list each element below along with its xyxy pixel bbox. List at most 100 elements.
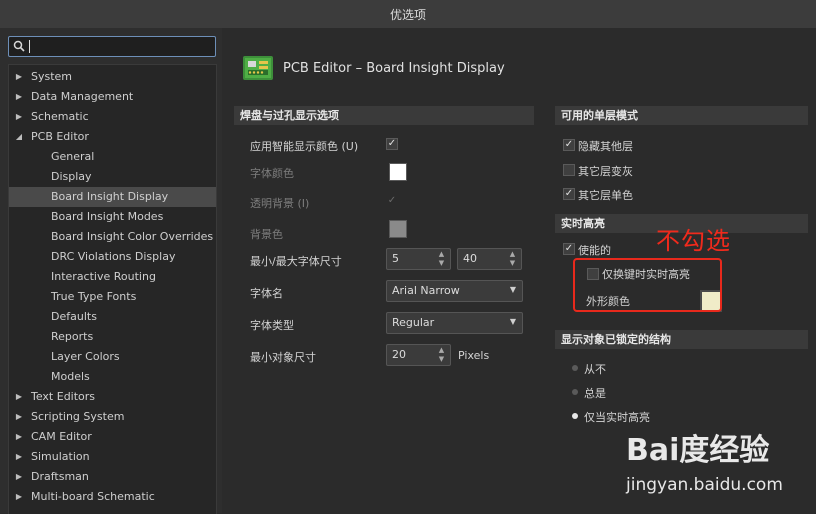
stepper-arrows-icon[interactable]: ▲ ▼ [437, 346, 446, 364]
collapsed-arrow-icon[interactable]: ▶ [14, 387, 24, 407]
collapsed-arrow-icon[interactable]: ▶ [14, 107, 24, 127]
font-name-label: 字体名 [250, 287, 283, 300]
collapsed-arrow-icon[interactable]: ▶ [14, 487, 24, 507]
text-caret [29, 40, 30, 53]
tree-item-draftsman[interactable]: ▶ Draftsman [9, 467, 216, 487]
font-name-select[interactable]: Arial Narrow ▼ [386, 280, 523, 302]
font-style-label: 字体类型 [250, 319, 294, 332]
tree-item-data-management[interactable]: ▶ Data Management [9, 87, 216, 107]
min-object-size-stepper[interactable]: 20 ▲ ▼ [386, 344, 451, 366]
tree-item-label: System [31, 70, 73, 83]
tree-item-pcb-editor[interactable]: ◢ PCB Editor [9, 127, 216, 147]
tree-item-interactive-routing[interactable]: Interactive Routing [9, 267, 216, 287]
tree-item-label: Board Insight Display [51, 190, 169, 203]
tree-item-label: Board Insight Modes [51, 210, 164, 223]
bg-color-label: 背景色 [250, 228, 283, 241]
expanded-arrow-icon[interactable]: ◢ [14, 127, 24, 147]
tree-item-label: Simulation [31, 450, 90, 463]
tree-item-label: Board Insight Color Overrides [51, 230, 214, 243]
collapsed-arrow-icon[interactable]: ▶ [14, 87, 24, 107]
tree-item-label: Data Management [31, 90, 134, 103]
tree-item-label: Reports [51, 330, 94, 343]
tree-item-general[interactable]: General [9, 147, 216, 167]
radio-never[interactable] [572, 365, 578, 371]
tree-item-board-insight-modes[interactable]: Board Insight Modes [9, 207, 216, 227]
search-icon [13, 40, 25, 52]
chevron-down-icon: ▼ [509, 285, 516, 294]
radio-live-only[interactable] [572, 413, 578, 419]
gray-others-checkbox[interactable] [563, 164, 575, 176]
collapsed-arrow-icon[interactable]: ▶ [14, 447, 24, 467]
transparent-bg-label: 透明背景 (I) [250, 197, 310, 210]
smart-color-checkbox[interactable]: ✓ [386, 138, 398, 150]
tree-item-drc-violations-display[interactable]: DRC Violations Display [9, 247, 216, 267]
font-color-swatch[interactable] [389, 163, 407, 181]
font-name-value: Arial Narrow [392, 284, 460, 297]
tree-item-label: Scripting System [31, 410, 125, 423]
min-object-size-value: 20 [392, 348, 406, 361]
collapsed-arrow-icon[interactable]: ▶ [14, 67, 24, 87]
title-bar: 优选项 [0, 0, 816, 29]
tree-item-label: Draftsman [31, 470, 89, 483]
tree-item-label: Multi-board Schematic [31, 490, 155, 503]
radio-live-only-label: 仅当实时高亮 [584, 411, 650, 424]
tree-item-label: Interactive Routing [51, 270, 156, 283]
font-size-min-stepper[interactable]: 5 ▲ ▼ [386, 248, 451, 270]
collapsed-arrow-icon[interactable]: ▶ [14, 407, 24, 427]
tree-item-simulation[interactable]: ▶ Simulation [9, 447, 216, 467]
tree-item-true-type-fonts[interactable]: True Type Fonts [9, 287, 216, 307]
pcb-board-icon [243, 56, 273, 80]
tree-item-layer-colors[interactable]: Layer Colors [9, 347, 216, 367]
bg-color-swatch[interactable] [389, 220, 407, 238]
tree-item-label: Defaults [51, 310, 97, 323]
tree-item-defaults[interactable]: Defaults [9, 307, 216, 327]
chevron-down-icon: ▼ [509, 317, 516, 326]
tree-item-label: True Type Fonts [51, 290, 137, 303]
gray-others-label: 其它层变灰 [578, 165, 633, 178]
tree-item-scripting-system[interactable]: ▶ Scripting System [9, 407, 216, 427]
tree-item-cam-editor[interactable]: ▶ CAM Editor [9, 427, 216, 447]
radio-never-label: 从不 [584, 363, 606, 376]
font-size-max-value: 40 [463, 252, 477, 265]
tree-item-label: Display [51, 170, 92, 183]
radio-always[interactable] [572, 389, 578, 395]
mono-others-checkbox[interactable]: ✓ [563, 188, 575, 200]
collapsed-arrow-icon[interactable]: ▶ [14, 467, 24, 487]
tree-item-schematic[interactable]: ▶ Schematic [9, 107, 216, 127]
tree-item-models[interactable]: Models [9, 367, 216, 387]
font-size-max-stepper[interactable]: 40 ▲ ▼ [457, 248, 522, 270]
tree-item-text-editors[interactable]: ▶ Text Editors [9, 387, 216, 407]
settings-tree[interactable]: ▶ System ▶ Data Management ▶ Schematic ◢ PCB Ed… [8, 64, 217, 514]
search-input[interactable] [8, 36, 216, 57]
hide-others-checkbox[interactable]: ✓ [563, 139, 575, 151]
stepper-arrows-icon[interactable]: ▲ ▼ [508, 250, 517, 268]
tree-item-label: Layer Colors [51, 350, 120, 363]
tree-item-display[interactable]: Display [9, 167, 216, 187]
hide-others-label: 隐藏其他层 [578, 140, 633, 153]
tree-item-board-insight-display[interactable]: Board Insight Display [9, 187, 216, 207]
section-locked-structure: 显示对象已锁定的结构 [555, 330, 808, 349]
annotation-highlight-box [573, 258, 722, 312]
tree-item-reports[interactable]: Reports [9, 327, 216, 347]
left-panel: ▶ System ▶ Data Management ▶ Schematic ◢ PCB Ed… [0, 28, 222, 514]
stepper-arrows-icon[interactable]: ▲ ▼ [437, 250, 446, 268]
tree-item-multi-board-schematic[interactable]: ▶ Multi-board Schematic [9, 487, 216, 507]
transparent-bg-checkbox[interactable]: ✓ [386, 195, 398, 207]
tree-item-board-insight-color-overrides[interactable]: Board Insight Color Overrides [9, 227, 216, 247]
min-object-size-label: 最小对象尺寸 [250, 351, 316, 364]
section-pads-vias: 焊盘与过孔显示选项 [234, 106, 534, 125]
tree-item-label: CAM Editor [31, 430, 92, 443]
tree-item-label: Text Editors [31, 390, 96, 403]
smart-color-label: 应用智能显示颜色 (U) [250, 140, 359, 153]
tree-item-label: General [51, 150, 95, 163]
font-style-select[interactable]: Regular ▼ [386, 312, 523, 334]
page-title: PCB Editor – Board Insight Display [283, 61, 505, 76]
font-style-value: Regular [392, 316, 435, 329]
font-size-label: 最小/最大字体尺寸 [250, 255, 342, 268]
tree-item-system[interactable]: ▶ System [9, 67, 216, 87]
tree-item-label: PCB Editor [31, 130, 89, 143]
tree-item-label: DRC Violations Display [51, 250, 176, 263]
enabled-checkbox[interactable]: ✓ [563, 243, 575, 255]
tree-item-label: Schematic [31, 110, 89, 123]
collapsed-arrow-icon[interactable]: ▶ [14, 427, 24, 447]
